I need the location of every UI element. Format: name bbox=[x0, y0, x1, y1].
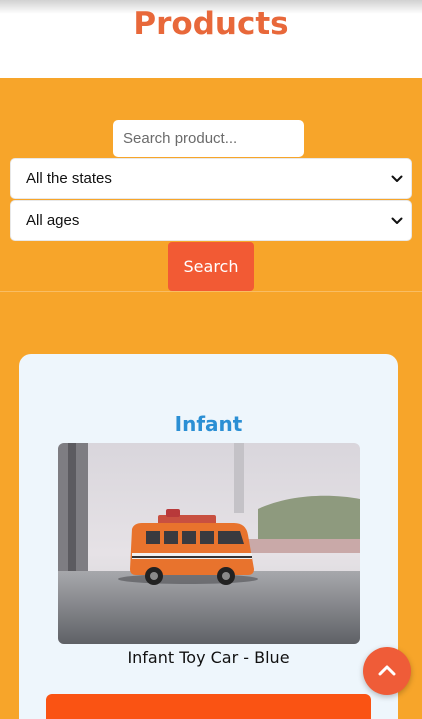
product-card[interactable]: Infant Infant Toy Car - Blue bbox=[19, 354, 398, 719]
section-divider bbox=[0, 291, 422, 292]
search-button[interactable]: Search bbox=[168, 242, 254, 291]
filter-panel: All the states All ages Search bbox=[0, 78, 422, 292]
product-action-button[interactable] bbox=[46, 694, 371, 719]
age-select-value: All ages bbox=[26, 212, 80, 229]
chevron-down-icon bbox=[391, 175, 403, 182]
page-header: Products bbox=[0, 0, 422, 78]
age-select[interactable]: All ages bbox=[10, 200, 412, 241]
product-category: Infant bbox=[174, 412, 243, 436]
toy-van-photo bbox=[58, 443, 360, 644]
page-title: Products bbox=[133, 6, 289, 42]
product-image[interactable] bbox=[58, 443, 360, 644]
chevron-up-icon bbox=[378, 665, 396, 676]
product-name[interactable]: Infant Toy Car - Blue bbox=[19, 648, 398, 667]
search-input[interactable] bbox=[113, 120, 304, 157]
chevron-down-icon bbox=[391, 217, 403, 224]
state-select[interactable]: All the states bbox=[10, 158, 412, 199]
scroll-to-top-button[interactable] bbox=[363, 647, 411, 695]
state-select-value: All the states bbox=[26, 170, 112, 187]
